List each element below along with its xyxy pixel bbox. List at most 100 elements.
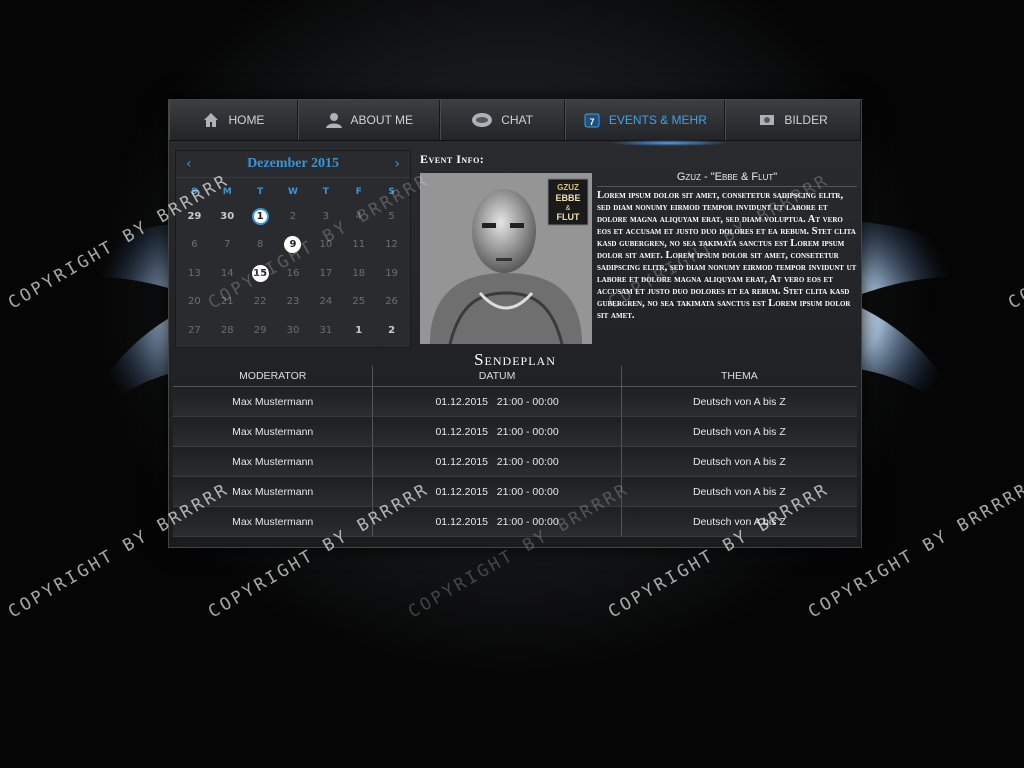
calendar-weekday: S [388,187,395,197]
calendar-day[interactable]: 19 [375,259,408,288]
cell-datum: 01.12.2015 21:00 - 00:00 [373,507,622,536]
calendar-day[interactable]: 1 [342,316,375,345]
calendar-day-number: 21 [220,296,234,308]
cell-moderator: Max Mustermann [173,507,374,536]
calendar-day[interactable]: 24 [309,288,342,317]
calendar-widget: ‹ Dezember 2015 › S M T W T F S 29 30 1 2 3 4 5 6 7 8 9 10… [175,150,411,348]
calendar-day-number: 13 [188,267,201,279]
calendar-weekday: W [288,187,298,197]
table-row: Max Mustermann 01.12.2015 21:00 - 00:00 … [173,477,857,507]
calendar-day-number: 16 [286,267,300,279]
home-icon [204,113,219,127]
calendar-day-number: 28 [220,324,234,336]
calendar-day-number: 1 [251,207,269,225]
cell-thema: Deutsch von A bis Z [692,485,786,498]
calendar-day[interactable]: 23 [277,288,310,317]
calendar-day-number: 11 [352,239,366,251]
nav-about-me[interactable]: ABOUT ME [297,100,440,140]
calendar-day-number: 31 [319,324,333,336]
header-thema: THEMA [720,370,758,382]
schedule-header-row: MODERATOR DATUM THEMA [173,366,857,387]
calendar-day[interactable]: 25 [342,288,375,317]
calendar-day[interactable]: 20 [178,288,211,317]
nav-about-me-label: ABOUT ME [350,113,413,127]
calendar-day[interactable]: 7 [211,231,244,260]
calendar-day[interactable]: 22 [244,288,277,317]
calendar-day[interactable]: 2 [277,202,310,231]
calendar-day-number: 27 [188,324,201,336]
calendar-day[interactable]: 26 [375,288,408,317]
cell-moderator: Max Mustermann [173,477,374,506]
calendar-day[interactable]: 11 [342,231,375,260]
calendar-day-number: 24 [319,296,333,308]
calendar-icon: 7 [584,113,600,128]
calendar-prev-button[interactable]: ‹ [186,156,192,172]
calendar-day[interactable]: 9 [277,231,310,260]
calendar-day-number: 5 [388,210,395,222]
calendar-day[interactable]: 14 [211,259,244,288]
table-row: Max Mustermann 01.12.2015 21:00 - 00:00 … [173,387,857,417]
calendar-day-number: 6 [191,239,198,251]
calendar-day[interactable]: 30 [277,316,310,345]
table-row: Max Mustermann 01.12.2015 21:00 - 00:00 … [173,507,857,537]
calendar-day[interactable]: 16 [277,259,310,288]
calendar-day[interactable]: 2 [375,316,408,345]
event-song-title: Gzuz - "Ebbe & Flut" [597,171,857,187]
cell-thema: Deutsch von A bis Z [692,515,786,528]
calendar-day[interactable]: 13 [178,259,211,288]
nav-chat[interactable]: CHAT [439,100,565,140]
calendar-day[interactable]: 28 [211,316,244,345]
calendar-day-number: 2 [289,210,297,222]
calendar-day[interactable]: 4 [342,202,375,231]
calendar-day[interactable]: 12 [375,231,408,260]
table-row: Max Mustermann 01.12.2015 21:00 - 00:00 … [173,417,857,447]
cell-moderator: Max Mustermann [173,447,374,476]
calendar-day[interactable]: 10 [309,231,342,260]
calendar-day[interactable]: 29 [244,316,277,345]
calendar-day-number: 1 [355,324,363,336]
album-cover-word-2: FLUT [557,212,580,222]
cell-thema: Deutsch von A bis Z [692,395,786,408]
calendar-day[interactable]: 31 [309,316,342,345]
calendar-day[interactable]: 18 [342,259,375,288]
nav-home[interactable]: HOME [169,100,298,140]
calendar-day[interactable]: 8 [244,231,277,260]
calendar-day-number: 19 [385,267,398,279]
calendar-day[interactable]: 29 [178,202,211,231]
calendar-day[interactable]: 27 [178,316,211,345]
nav-bilder[interactable]: BILDER [725,100,862,140]
chat-icon [472,113,493,127]
calendar-day-number: 22 [253,296,267,308]
calendar-day-number: 4 [355,210,362,222]
cell-moderator: Max Mustermann [173,387,374,416]
schedule-table: MODERATOR DATUM THEMA Max Mustermann 01.… [173,366,857,537]
header-datum: DATUM [373,366,622,386]
calendar-day-number: 2 [388,324,396,336]
cell-moderator: Max Mustermann [173,417,374,446]
calendar-day[interactable]: 17 [309,259,342,288]
calendar-day[interactable]: 21 [211,288,244,317]
calendar-day-number: 25 [352,296,366,308]
cell-datum: 01.12.2015 21:00 - 00:00 [373,477,622,506]
calendar-day[interactable]: 6 [178,231,211,260]
calendar-day[interactable]: 5 [375,202,408,231]
nav-events[interactable]: 7 EVENTS & MEHR [564,100,726,140]
cell-datum: 01.12.2015 21:00 - 00:00 [373,387,622,416]
calendar-day[interactable]: 3 [309,202,342,231]
calendar-next-button[interactable]: › [394,156,400,172]
calendar-day-number: 10 [319,239,333,251]
artist-photo: GZUZ EBBE & FLUT [420,173,592,344]
calendar-day[interactable]: 1 [244,202,277,231]
nav-home-label: HOME [228,113,265,127]
calendar-grid: S M T W T F S 29 30 1 2 3 4 5 6 7 8 9 10 11 12 13 14 15 16 17 18 19… [176,178,410,345]
calendar-day-number: 18 [352,267,366,279]
calendar-day-number: 26 [385,296,398,308]
calendar-day[interactable]: 30 [211,202,244,231]
svg-text:7: 7 [589,117,594,127]
calendar-weekday: T [322,187,329,197]
calendar-day-number: 8 [256,239,264,251]
calendar-month-title: Dezember 2015 [247,156,339,171]
calendar-day[interactable]: 15 [244,259,277,288]
calendar-weekday: M [222,187,232,197]
active-tab-glow [609,140,729,146]
